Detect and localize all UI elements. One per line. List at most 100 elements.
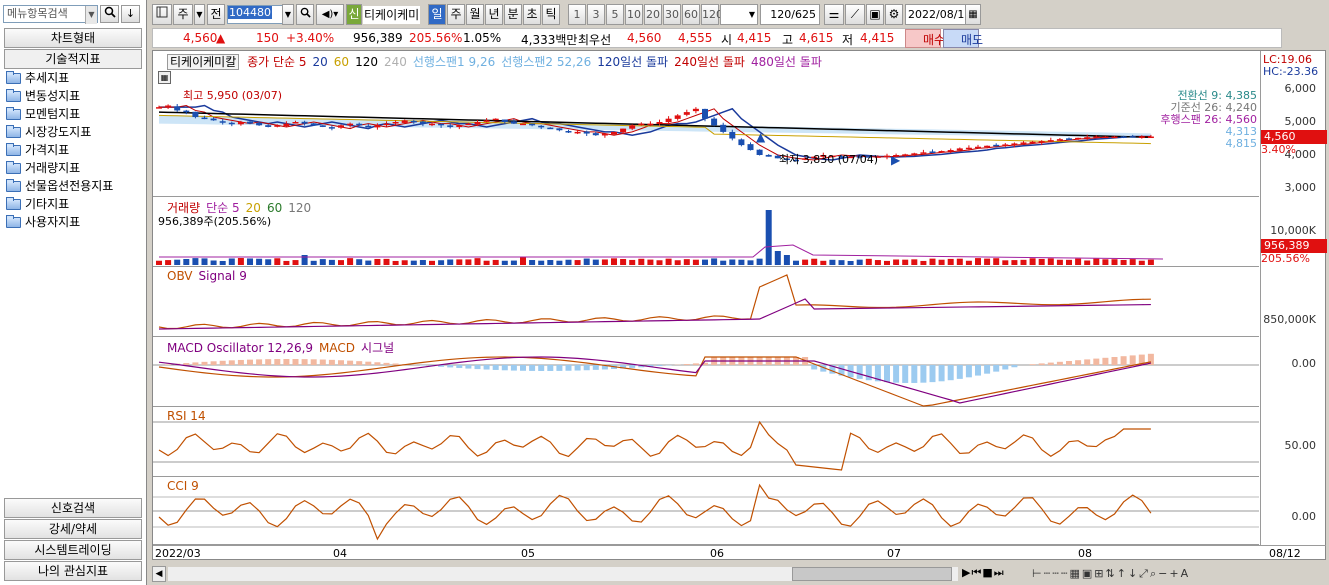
- stock-code-input[interactable]: 104480: [227, 5, 287, 24]
- chart-area[interactable]: 티케이케미칼 종가 단순 5 20 60 120 240 선행스팬1 9,26 선행스팬2 …: [152, 50, 1327, 560]
- period-tab[interactable]: 초: [523, 4, 541, 25]
- candle-body: [1020, 142, 1027, 144]
- font-size-icon[interactable]: A: [1181, 567, 1191, 580]
- volume-bar: [729, 259, 736, 265]
- candle-body: [301, 121, 308, 124]
- macd-histogram-bar: [683, 364, 690, 365]
- folder-icon: [6, 142, 21, 156]
- scroll-left-icon[interactable]: ◀: [152, 566, 166, 582]
- speaker-icon[interactable]: ◀)▾: [316, 4, 344, 25]
- arrow-up-icon[interactable]: ↑: [1117, 567, 1128, 580]
- prev-button[interactable]: 전: [207, 4, 225, 25]
- interval-tab[interactable]: 1: [568, 4, 586, 25]
- download-arrow-icon[interactable]: ↓: [121, 5, 140, 23]
- tree-item[interactable]: 거래량지표: [6, 159, 80, 177]
- tree-item[interactable]: 사용자지표: [6, 213, 80, 231]
- volume-pane[interactable]: 거래량 단순 5 20 60 120 956,389주(205.56%): [153, 197, 1259, 267]
- search-icon[interactable]: [296, 4, 314, 25]
- ruler-icon[interactable]: ⊢: [1032, 567, 1044, 580]
- volume-bar: [1102, 259, 1109, 265]
- rewind-icon[interactable]: ⏮: [971, 566, 982, 580]
- strength-weakness-button[interactable]: 강세/약세: [4, 519, 142, 539]
- tech-indicator-header[interactable]: 기술적지표: [4, 49, 142, 69]
- interval-tab[interactable]: 5: [606, 4, 624, 25]
- interval-tab[interactable]: 3: [587, 4, 605, 25]
- volume-bar: [1047, 258, 1054, 265]
- period-button[interactable]: 주: [173, 4, 193, 25]
- search-icon[interactable]: [100, 5, 119, 23]
- volume-chart-svg: [156, 210, 1164, 265]
- cci-pane[interactable]: CCI 9: [153, 477, 1259, 545]
- open-label: 시: [721, 33, 733, 47]
- period-tab[interactable]: 틱: [542, 4, 560, 25]
- turnover-value: 1.05%: [463, 31, 502, 45]
- tree-item[interactable]: 선물옵션전용지표: [6, 177, 113, 195]
- grid-icon[interactable]: ▦: [1069, 567, 1081, 580]
- chevron-down-icon[interactable]: ▼: [85, 6, 97, 24]
- interval-tab[interactable]: 60: [682, 4, 700, 25]
- candle-body: [638, 123, 645, 126]
- buy-button[interactable]: 매수: [905, 29, 945, 48]
- tree-item[interactable]: 시장강도지표: [6, 123, 91, 141]
- tree-item[interactable]: 추세지표: [6, 69, 69, 87]
- minus-icon[interactable]: −: [1158, 567, 1169, 580]
- line-tool-icon[interactable]: ⟋: [845, 4, 865, 25]
- low-price: 4,415: [860, 31, 895, 45]
- stop-icon[interactable]: ■: [982, 566, 993, 579]
- signal-search-button[interactable]: 신호검색: [4, 498, 142, 518]
- candle-body: [738, 139, 745, 146]
- my-indicator-button[interactable]: 나의 관심지표: [4, 561, 142, 581]
- sort-icon[interactable]: ⇅: [1106, 567, 1117, 580]
- chart-settings-icon[interactable]: [152, 4, 172, 25]
- play-icon[interactable]: ▶: [962, 566, 971, 579]
- prev-label: 전: [210, 7, 222, 21]
- candle-type-icon[interactable]: ⚌: [824, 4, 844, 25]
- gear-icon[interactable]: ⚙: [885, 4, 903, 25]
- macd-histogram-bar: [520, 365, 526, 371]
- period-chevron-icon[interactable]: ▼: [194, 4, 205, 25]
- menu-search-input[interactable]: 메뉴항목검색 ▼: [3, 5, 98, 24]
- macd-pane[interactable]: MACD Oscillator 12,26,9 MACD 시그널: [153, 337, 1259, 407]
- interval-tab[interactable]: 20: [644, 4, 662, 25]
- tree-item[interactable]: 모멘텀지표: [6, 105, 80, 123]
- fit-icon[interactable]: ⤢: [1139, 567, 1150, 581]
- chart-type-button[interactable]: 차트형태: [4, 28, 142, 48]
- system-trading-button[interactable]: 시스템트레이딩: [4, 540, 142, 560]
- period-tab[interactable]: 주: [447, 4, 465, 25]
- interval-tab[interactable]: 120: [701, 4, 723, 25]
- tree-item[interactable]: 가격지표: [6, 141, 69, 159]
- cci-chart-svg: [153, 483, 1259, 541]
- volume-bar: [647, 259, 654, 265]
- interval-select[interactable]: ▼: [720, 4, 758, 25]
- candle-body: [456, 125, 463, 128]
- period-tab[interactable]: 년: [485, 4, 503, 25]
- zoom-icon[interactable]: ⌕: [1150, 567, 1158, 581]
- arrow-down-icon[interactable]: ↓: [1128, 567, 1139, 580]
- period-tab[interactable]: 분: [504, 4, 522, 25]
- candle-body: [419, 121, 426, 124]
- sell-button[interactable]: 매도: [943, 29, 983, 48]
- stock-chevron-icon[interactable]: ▼: [282, 4, 294, 25]
- table-icon[interactable]: ⊞: [1094, 567, 1105, 580]
- range-slider-icon[interactable]: ┄┄┄: [1044, 567, 1070, 580]
- volume-bar: [401, 260, 408, 265]
- tree-item[interactable]: 기타지표: [6, 195, 69, 213]
- scrollbar-thumb[interactable]: [792, 567, 952, 581]
- data-count-field[interactable]: 120/625: [760, 4, 820, 25]
- rsi-pane[interactable]: RSI 14: [153, 407, 1259, 477]
- price-tick: 3,000: [1284, 181, 1317, 194]
- fast-forward-icon[interactable]: ⏭: [994, 566, 1005, 580]
- plus-icon[interactable]: +: [1169, 567, 1180, 580]
- period-tab[interactable]: 일: [428, 4, 446, 25]
- volume-bar: [228, 258, 235, 265]
- period-tab[interactable]: 월: [466, 4, 484, 25]
- volume-bar: [256, 258, 263, 265]
- calendar-icon[interactable]: ▦: [965, 4, 981, 25]
- save-icon[interactable]: ▣: [866, 4, 884, 25]
- layout-icon[interactable]: ▣: [1082, 567, 1094, 580]
- interval-tab[interactable]: 30: [663, 4, 681, 25]
- tree-item[interactable]: 변동성지표: [6, 87, 80, 105]
- obv-pane[interactable]: OBV Signal 9: [153, 267, 1259, 337]
- interval-tab[interactable]: 10: [625, 4, 643, 25]
- price-pane[interactable]: 티케이케미칼 종가 단순 5 20 60 120 240 선행스팬1 9,26 선행스팬2 …: [153, 51, 1259, 197]
